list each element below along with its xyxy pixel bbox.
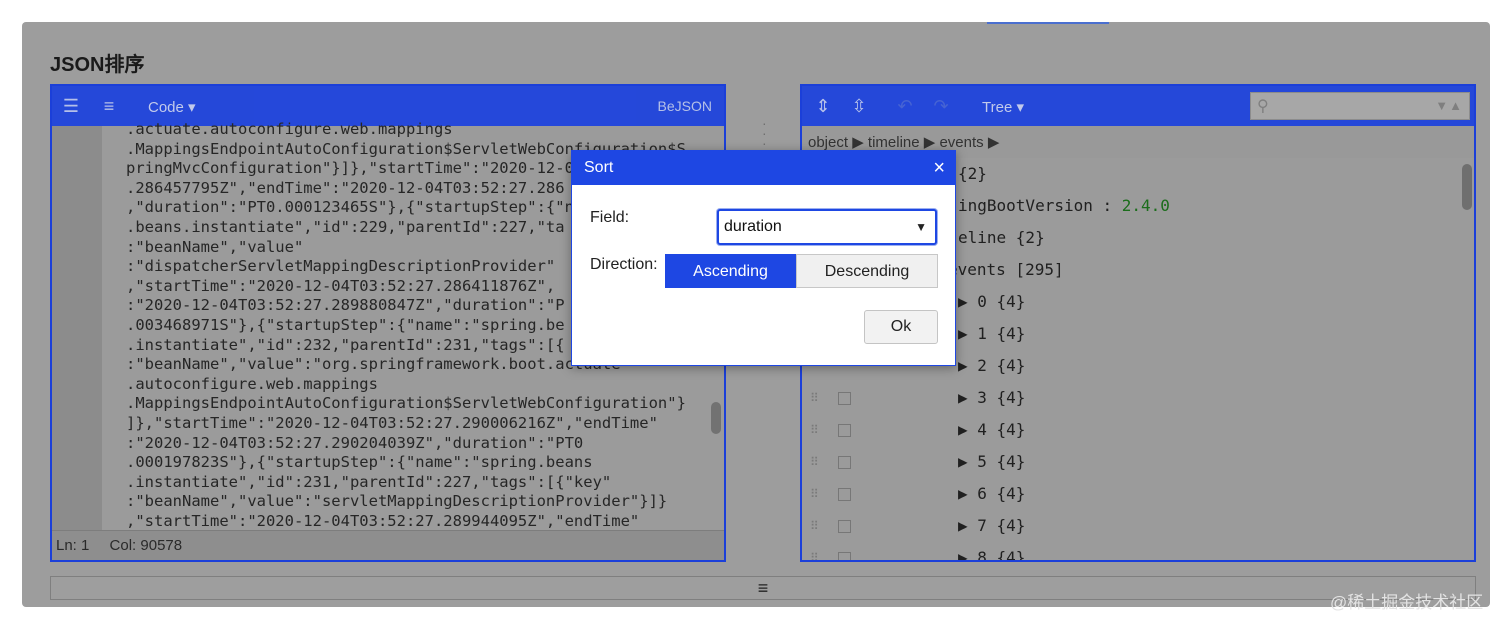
code-line: :"beanName","value":"servletMappingDescr…	[126, 492, 668, 511]
tree-node-label: eline {2}	[958, 222, 1045, 254]
code-scrollbar[interactable]	[711, 402, 721, 434]
tree-row[interactable]: ⠿ ▶ 8 {4}	[802, 542, 1458, 560]
tree-node-label: ▶ 7 {4}	[958, 510, 1025, 542]
tree-node-value: 2.4.0	[1121, 196, 1170, 215]
redo-icon[interactable]: ↷	[930, 96, 952, 116]
ascending-button[interactable]: Ascending	[665, 254, 796, 288]
tree-node-key: ▶ 5 {4}	[958, 452, 1026, 471]
tree-node-key: {2}	[958, 164, 987, 183]
tree-row[interactable]: ⠿ ▶ 6 {4}	[802, 478, 1458, 510]
sort-dialog-header: Sort ×	[572, 151, 955, 185]
tree-row[interactable]: ⠿ ▶ 3 {4}	[802, 382, 1458, 414]
direction-label: Direction:	[590, 256, 658, 273]
code-line: .instantiate","id":231,"parentId":227,"t…	[126, 472, 612, 491]
sort-dialog: Sort × Field: duration ▼ Direction: Asce…	[571, 150, 956, 366]
field-label: Field:	[590, 209, 630, 226]
field-select[interactable]: duration ▼	[717, 209, 937, 245]
drag-handle-icon[interactable]: ⠿	[810, 414, 822, 446]
context-menu-icon[interactable]	[838, 456, 851, 469]
tree-row[interactable]: ⠿ ▶ 4 {4}	[802, 414, 1458, 446]
code-mode-menu[interactable]: Code ▾	[148, 98, 196, 116]
tree-node-key: ▶ 6 {4}	[958, 484, 1026, 503]
drag-handle-icon[interactable]: ⠿	[810, 510, 822, 542]
page-title: JSON排序	[50, 54, 145, 76]
collapse-all-icon[interactable]: ⇳	[848, 96, 870, 116]
tree-node-key: events [295]	[948, 260, 1064, 279]
tree-row[interactable]: ⠿ ▶ 5 {4}	[802, 446, 1458, 478]
tree-node-label: ▶ 4 {4}	[958, 414, 1025, 446]
tree-node-key: ingBootVersion :	[958, 196, 1122, 215]
chevron-down-icon: ▼	[915, 220, 927, 234]
code-line: :"2020-12-04T03:52:27.290204039Z","durat…	[126, 433, 584, 452]
tree-node-label: ▶ 5 {4}	[958, 446, 1025, 478]
drag-handle-icon[interactable]: ⠿	[810, 478, 822, 510]
tree-node-label: ▶ 6 {4}	[958, 478, 1025, 510]
top-tab-indicator	[987, 22, 1109, 24]
context-menu-icon[interactable]	[838, 552, 851, 560]
bejson-brand[interactable]: BeJSON	[658, 98, 712, 114]
tree-node-key: eline {2}	[958, 228, 1045, 247]
tree-node-label: ▶ 3 {4}	[958, 382, 1025, 414]
line-gutter	[52, 126, 102, 530]
descending-button[interactable]: Descending	[796, 254, 938, 288]
tree-node-label: ▶ 8 {4}	[958, 542, 1025, 560]
tree-toolbar: ⇕ ⇳ ↶ ↷ Tree ▾ ⚲ ▼▲	[802, 86, 1474, 126]
tree-node-label: ▶ 2 {4}	[958, 350, 1025, 382]
code-line: .000197823S"},{"startupStep":{"name":"sp…	[126, 453, 593, 472]
tree-node-key: ▶ 7 {4}	[958, 516, 1026, 535]
tree-scrollbar[interactable]	[1462, 164, 1472, 210]
search-icon: ⚲	[1257, 98, 1269, 115]
tree-node-key: ▶ 2 {4}	[958, 356, 1026, 375]
drag-handle-icon[interactable]: ⠿	[810, 542, 822, 560]
code-line: .actuate.autoconfigure.web.mappings	[126, 120, 453, 138]
tree-node-label: ▶ 1 {4}	[958, 318, 1025, 350]
tree-search-box[interactable]: ⚲ ▼▲	[1250, 92, 1470, 120]
context-menu-icon[interactable]	[838, 520, 851, 533]
context-menu-icon[interactable]	[838, 424, 851, 437]
code-line: ,"startTime":"2020-12-04T03:52:27.289944…	[126, 511, 640, 530]
sort-dialog-title: Sort	[584, 159, 614, 176]
panel-splitter[interactable]: · · ·	[762, 116, 767, 150]
watermark: @稀土掘金技术社区	[1330, 593, 1484, 612]
line-indicator: Ln: 1	[56, 537, 90, 554]
close-icon[interactable]: ×	[933, 151, 945, 185]
code-statusbar: Ln: 1 Col: 90578	[52, 530, 724, 560]
bottom-resize-bar[interactable]: ≡	[50, 576, 1476, 600]
context-menu-icon[interactable]	[838, 488, 851, 501]
code-line: .MappingsEndpointAutoConfiguration$Servl…	[126, 394, 686, 413]
drag-handle-icon[interactable]: ⠿	[810, 446, 822, 478]
tree-node-key: ▶ 3 {4}	[958, 388, 1026, 407]
tree-node-key: ▶ 1 {4}	[958, 324, 1026, 343]
tree-row[interactable]: ⠿ ▶ 7 {4}	[802, 510, 1458, 542]
tree-node-label: ▶ 0 {4}	[958, 286, 1025, 318]
undo-icon[interactable]: ↶	[894, 96, 916, 116]
tree-node-label: {2}	[958, 158, 987, 190]
tree-mode-menu[interactable]: Tree ▾	[982, 98, 1024, 116]
tree-node-label: events [295]	[948, 254, 1064, 286]
format-icon[interactable]: ☰	[60, 96, 82, 116]
compact-icon[interactable]: ≡	[98, 96, 120, 116]
field-select-value: duration	[724, 218, 782, 235]
drag-handle-icon[interactable]: ⠿	[810, 382, 822, 414]
tree-node-key: ▶ 4 {4}	[958, 420, 1026, 439]
code-line: ]},"startTime":"2020-12-04T03:52:27.2900…	[126, 413, 658, 432]
tree-node-label: ingBootVersion : 2.4.0	[958, 190, 1170, 222]
code-line: .autoconfigure.web.mappings	[126, 374, 378, 393]
expand-all-icon[interactable]: ⇕	[812, 96, 834, 116]
search-nav-arrows-icon[interactable]: ▼▲	[1435, 98, 1463, 113]
tree-node-key: ▶ 8 {4}	[958, 548, 1026, 560]
tree-node-key: ▶ 0 {4}	[958, 292, 1026, 311]
ok-button[interactable]: Ok	[864, 310, 938, 344]
column-indicator: Col: 90578	[109, 537, 183, 554]
context-menu-icon[interactable]	[838, 392, 851, 405]
